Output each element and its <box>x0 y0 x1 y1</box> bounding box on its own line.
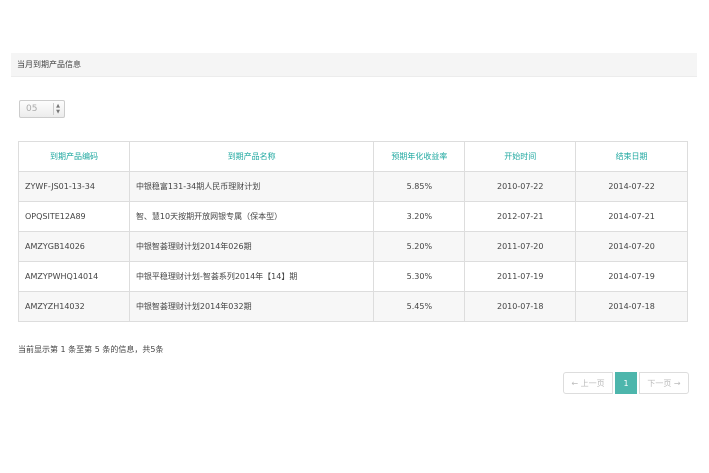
cell-start: 2010-07-22 <box>464 171 577 202</box>
cell-start: 2012-07-21 <box>464 201 577 232</box>
cell-end: 2014-07-18 <box>575 291 688 322</box>
cell-start: 2011-07-19 <box>464 261 577 292</box>
column-header-yield[interactable]: 预期年化收益率 <box>373 141 466 172</box>
table-row[interactable]: AMZYGB14026 中银智荟理财计划2014年026期 5.20% 2011… <box>18 231 688 262</box>
cell-start: 2011-07-20 <box>464 231 577 262</box>
cell-start: 2010-07-18 <box>464 291 577 322</box>
cell-end: 2014-07-22 <box>575 171 688 202</box>
cell-yield: 5.45% <box>373 291 466 322</box>
cell-name: 中银智荟理财计划2014年026期 <box>128 231 375 262</box>
cell-yield: 3.20% <box>373 201 466 232</box>
table-row[interactable]: AMZYZH14032 中银智荟理财计划2014年032期 5.45% 2010… <box>18 291 688 322</box>
cell-yield: 5.30% <box>373 261 466 292</box>
cell-end: 2014-07-21 <box>575 201 688 232</box>
cell-end: 2014-07-20 <box>575 231 688 262</box>
table-info-text: 当前显示第 1 条至第 5 条的信息，共5条 <box>18 345 164 354</box>
panel-heading: 当月到期产品信息 <box>11 53 697 77</box>
cell-code: AMZYPWHQ14014 <box>18 261 130 292</box>
cell-code: OPQSITE12A89 <box>18 201 130 232</box>
next-page-button[interactable]: 下一页 → <box>639 372 689 394</box>
column-header-code[interactable]: 到期产品编码 <box>18 141 130 172</box>
cell-yield: 5.20% <box>373 231 466 262</box>
cell-end: 2014-07-19 <box>575 261 688 292</box>
cell-name: 中银智荟理财计划2014年032期 <box>128 291 375 322</box>
column-header-start[interactable]: 开始时间 <box>464 141 577 172</box>
pagination: ← 上一页 1 下一页 → <box>563 372 689 394</box>
cell-code: AMZYZH14032 <box>18 291 130 322</box>
column-header-end[interactable]: 结束日期 <box>575 141 688 172</box>
column-header-name[interactable]: 到期产品名称 <box>128 141 375 172</box>
spinner-arrows-icon[interactable]: ▲ ▼ <box>53 103 62 115</box>
cell-code: ZYWF-JS01-13-34 <box>18 171 130 202</box>
prev-page-button[interactable]: ← 上一页 <box>563 372 613 394</box>
products-table: 到期产品编码 到期产品名称 预期年化收益率 开始时间 结束日期 ZYWF-JS0… <box>18 141 688 322</box>
table-row[interactable]: OPQSITE12A89 智、慧10天按期开放网银专属（保本型） 3.20% 2… <box>18 201 688 232</box>
cell-name: 中银平稳理财计划-智荟系列2014年【14】期 <box>128 261 375 292</box>
table-header-row: 到期产品编码 到期产品名称 预期年化收益率 开始时间 结束日期 <box>18 141 688 172</box>
table-row[interactable]: ZYWF-JS01-13-34 中银稳富131-34期人民币理财计划 5.85%… <box>18 171 688 202</box>
page-button-current[interactable]: 1 <box>615 372 637 394</box>
page-size-select[interactable]: 05 ▲ ▼ <box>19 100 65 118</box>
cell-yield: 5.85% <box>373 171 466 202</box>
cell-name: 智、慧10天按期开放网银专属（保本型） <box>128 201 375 232</box>
table-row[interactable]: AMZYPWHQ14014 中银平稳理财计划-智荟系列2014年【14】期 5.… <box>18 261 688 292</box>
cell-name: 中银稳富131-34期人民币理财计划 <box>128 171 375 202</box>
panel-title: 当月到期产品信息 <box>17 60 81 69</box>
page-size-value: 05 <box>26 104 38 114</box>
cell-code: AMZYGB14026 <box>18 231 130 262</box>
